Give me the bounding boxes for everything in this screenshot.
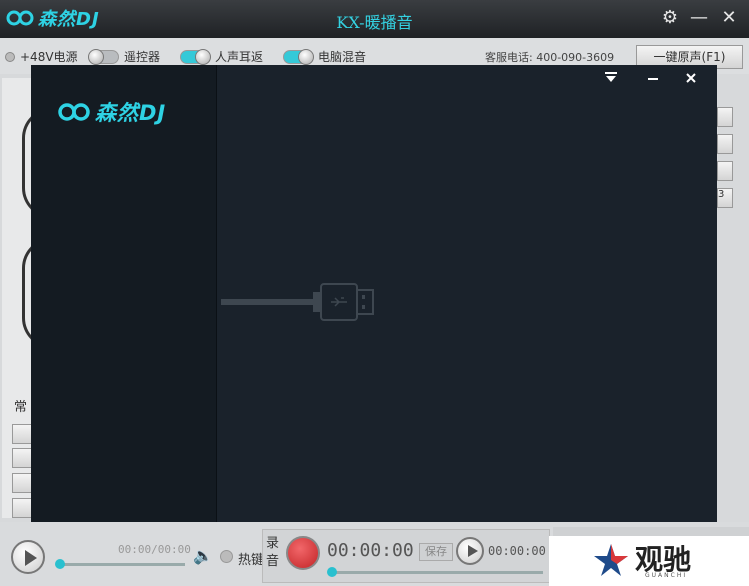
toggle-vocal-monitor-label: 人声耳返 — [215, 50, 264, 64]
player-progress-slider[interactable] — [60, 563, 185, 566]
side-button[interactable] — [12, 424, 32, 444]
hotkey-label: 热键 — [238, 553, 265, 568]
player-time: 00:00/00:00 — [118, 543, 191, 556]
window-title: KX-暖播音 — [336, 13, 413, 32]
minimize-icon[interactable]: — — [687, 6, 711, 30]
toggle-switch[interactable] — [88, 48, 119, 65]
record-progress-slider[interactable] — [333, 571, 543, 574]
toggle-vocal-monitor[interactable]: 人声耳返 — [180, 48, 263, 65]
watermark: 观驰 GUANCHI — [549, 536, 749, 586]
hotkey-radio[interactable] — [220, 550, 233, 563]
playback-time: 00:00:00 — [488, 544, 546, 558]
watermark-subtext: GUANCHI — [645, 572, 688, 579]
player-progress-knob[interactable] — [55, 559, 65, 569]
right-side-button[interactable] — [717, 107, 733, 127]
dialog-logo: 森然DJ — [57, 97, 166, 127]
side-button[interactable] — [12, 498, 32, 518]
record-time: 00:00:00 — [327, 540, 414, 561]
save-button[interactable]: 保存 — [419, 543, 453, 561]
dialog-sidebar: 森然DJ — [31, 65, 217, 522]
toggle-48v[interactable]: +48V电源 — [5, 48, 78, 65]
side-button[interactable] — [12, 473, 32, 493]
play-button[interactable] — [11, 540, 45, 574]
device-connect-dialog: 森然DJ — [31, 65, 717, 522]
toggle-pc-mix-label: 电脑混音 — [318, 50, 367, 64]
category-label: 常 — [14, 400, 28, 415]
record-button[interactable] — [286, 536, 320, 570]
right-button-label: 3 — [718, 189, 725, 200]
dialog-logo-text: 森然DJ — [95, 101, 167, 125]
toggle-remote-label: 遥控器 — [124, 50, 161, 64]
recorder-label: 录音 — [266, 536, 280, 569]
close-icon[interactable] — [680, 68, 702, 90]
toggle-switch[interactable] — [283, 48, 314, 65]
logo-icon — [58, 103, 90, 121]
toggle-switch[interactable] — [180, 48, 211, 65]
record-progress-knob[interactable] — [327, 567, 337, 577]
support-phone: 客服电话: 400-090-3609 — [485, 51, 615, 64]
right-side-button[interactable] — [717, 161, 733, 181]
title-bar: 森然DJ KX-暖播音 ⚙ — ✕ — [0, 0, 749, 38]
minimize-icon[interactable] — [642, 68, 664, 90]
close-icon[interactable]: ✕ — [717, 6, 741, 30]
collapse-down-icon[interactable] — [600, 68, 622, 90]
toggle-remote[interactable]: 遥控器 — [88, 48, 161, 65]
usb-cable-icon — [221, 283, 374, 321]
speaker-icon[interactable]: 🔈 — [193, 546, 213, 565]
gear-icon[interactable]: ⚙ — [658, 6, 682, 30]
playback-button[interactable] — [456, 537, 484, 565]
toggle-48v-label: +48V电源 — [20, 50, 78, 64]
right-side-button[interactable] — [717, 134, 733, 154]
star-logo-icon — [594, 544, 628, 576]
side-button[interactable] — [12, 448, 32, 468]
toggle-pc-mix[interactable]: 电脑混音 — [283, 48, 366, 65]
right-side-button[interactable]: 3 — [717, 188, 733, 208]
radio-icon[interactable] — [5, 51, 15, 62]
